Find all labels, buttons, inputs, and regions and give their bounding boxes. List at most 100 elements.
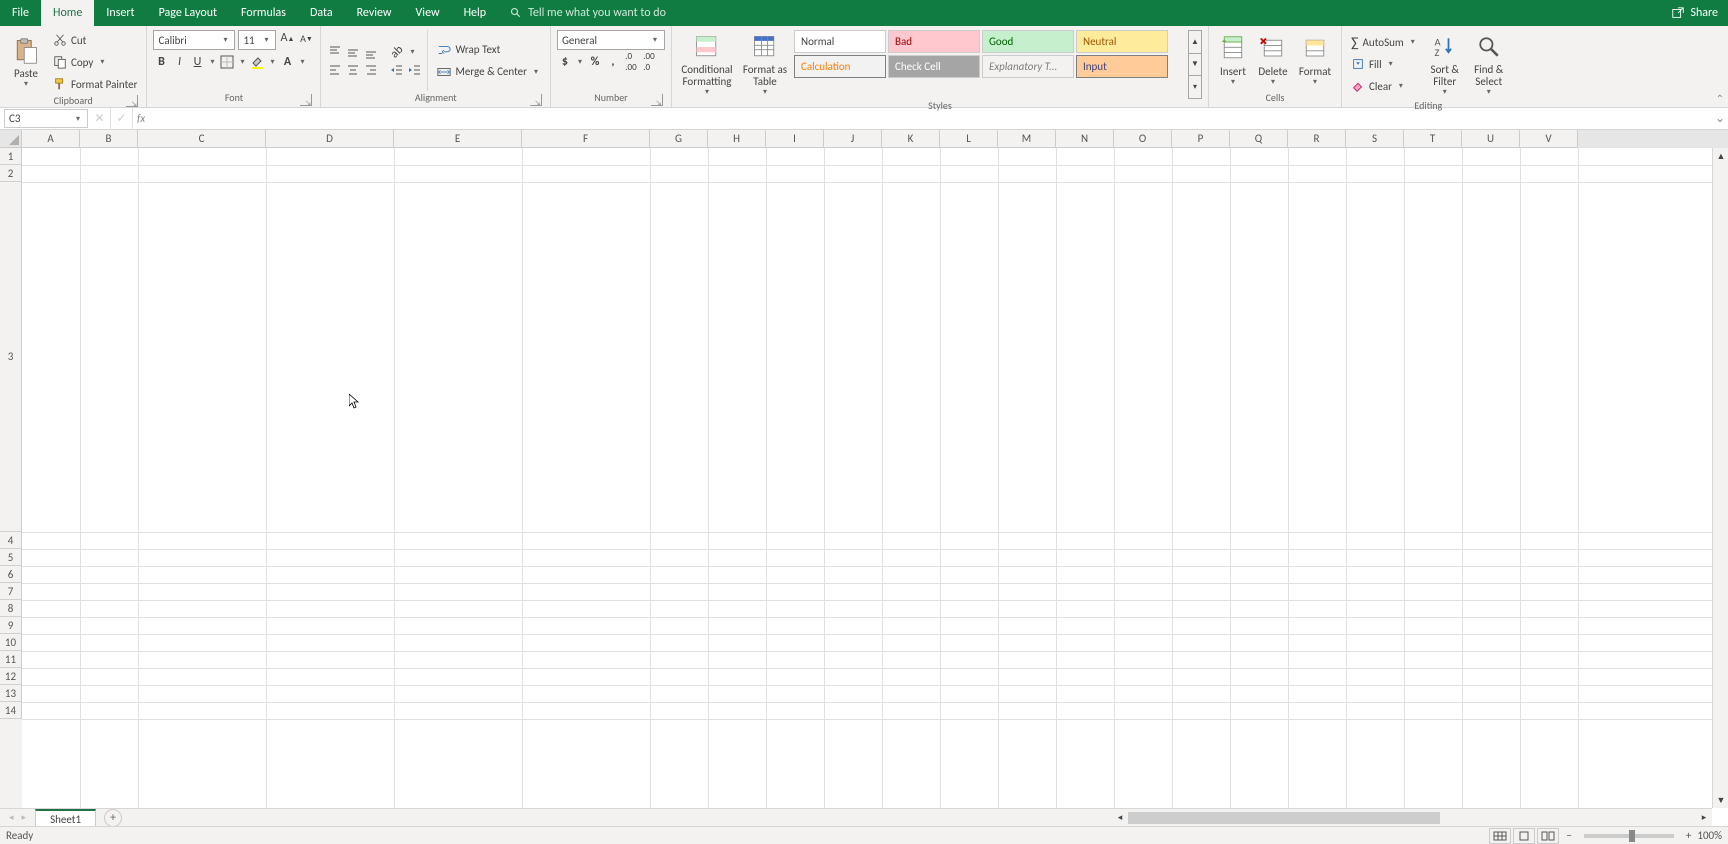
scroll-left-button[interactable]: ◂ — [1112, 810, 1128, 826]
increase-indent-button[interactable] — [407, 62, 423, 78]
autosum-dropdown[interactable] — [1408, 37, 1418, 47]
wrap-text-button[interactable]: Wrap Text — [434, 40, 544, 60]
column-header-L[interactable]: L — [940, 130, 998, 148]
zoom-slider-thumb[interactable] — [1629, 830, 1635, 842]
align-left-button[interactable] — [327, 62, 343, 78]
normal-view-button[interactable] — [1489, 828, 1511, 844]
zoom-level[interactable]: 100% — [1697, 829, 1722, 842]
row-header-8[interactable]: 8 — [0, 600, 22, 617]
select-all-corner[interactable] — [0, 130, 22, 148]
font-color-button[interactable]: A — [279, 54, 295, 70]
style-explanatory[interactable]: Explanatory T... — [982, 55, 1074, 78]
vertical-scrollbar[interactable]: ▲ ▼ — [1712, 148, 1728, 808]
row-header-12[interactable]: 12 — [0, 668, 22, 685]
column-header-Q[interactable]: Q — [1230, 130, 1288, 148]
increase-decimal-button[interactable]: .0.00 — [623, 54, 639, 70]
cancel-formula-button[interactable]: ✕ — [89, 108, 111, 129]
row-header-13[interactable]: 13 — [0, 685, 22, 702]
font-name-combo[interactable]: Calibri — [153, 30, 235, 50]
column-header-C[interactable]: C — [138, 130, 266, 148]
column-header-T[interactable]: T — [1404, 130, 1462, 148]
style-bad[interactable]: Bad — [888, 30, 980, 53]
styles-scroll-down[interactable]: ▼ — [1189, 54, 1201, 77]
style-neutral[interactable]: Neutral — [1076, 30, 1168, 53]
fill-color-button[interactable] — [249, 54, 265, 70]
style-good[interactable]: Good — [982, 30, 1074, 53]
tab-file[interactable]: File — [0, 0, 41, 26]
number-dialog-launcher[interactable] — [651, 94, 663, 106]
style-calculation[interactable]: Calculation — [794, 55, 886, 78]
sort-filter-button[interactable]: AZ Sort & Filter — [1425, 30, 1465, 99]
fill-dropdown[interactable] — [1386, 59, 1396, 69]
conditional-formatting-button[interactable]: Conditional Formatting — [678, 30, 736, 99]
row-header-5[interactable]: 5 — [0, 549, 22, 566]
row-header-6[interactable]: 6 — [0, 566, 22, 583]
italic-button[interactable]: I — [171, 54, 187, 70]
row-header-9[interactable]: 9 — [0, 617, 22, 634]
decrease-indent-button[interactable] — [389, 62, 405, 78]
row-header-4[interactable]: 4 — [0, 532, 22, 549]
bold-button[interactable]: B — [153, 54, 169, 70]
enter-formula-button[interactable]: ✓ — [111, 108, 133, 129]
hscroll-thumb[interactable] — [1128, 812, 1440, 824]
row-header-2[interactable]: 2 — [0, 165, 22, 182]
column-header-S[interactable]: S — [1346, 130, 1404, 148]
tab-help[interactable]: Help — [452, 0, 499, 26]
column-header-N[interactable]: N — [1056, 130, 1114, 148]
sheet-nav-first[interactable]: ◂ — [6, 810, 17, 825]
font-color-dropdown[interactable] — [297, 57, 307, 67]
row-header-10[interactable]: 10 — [0, 634, 22, 651]
sheet-nav-prev[interactable]: ▸ — [19, 810, 30, 825]
tab-view[interactable]: View — [404, 0, 452, 26]
clear-dropdown[interactable] — [1396, 81, 1406, 91]
name-box[interactable]: C3 — [4, 109, 88, 128]
align-right-button[interactable] — [363, 62, 379, 78]
column-header-U[interactable]: U — [1462, 130, 1520, 148]
copy-button[interactable]: Copy — [50, 52, 140, 72]
column-header-H[interactable]: H — [708, 130, 766, 148]
new-sheet-button[interactable]: + — [104, 809, 122, 827]
column-header-O[interactable]: O — [1114, 130, 1172, 148]
column-header-M[interactable]: M — [998, 130, 1056, 148]
column-header-D[interactable]: D — [266, 130, 394, 148]
column-header-I[interactable]: I — [766, 130, 824, 148]
orientation-button[interactable]: ab — [389, 44, 405, 60]
sheet-tab-1[interactable]: Sheet1 — [35, 809, 96, 826]
expand-formula-bar[interactable]: ⌄ — [1712, 108, 1728, 129]
orientation-dropdown[interactable] — [407, 44, 417, 60]
underline-button[interactable]: U — [189, 54, 205, 70]
borders-button[interactable] — [219, 54, 235, 70]
share-button[interactable]: Share — [1671, 0, 1728, 26]
merge-dropdown[interactable] — [531, 67, 541, 77]
horizontal-scrollbar[interactable]: ◂ ▸ — [1112, 809, 1712, 826]
align-bottom-button[interactable] — [363, 44, 379, 60]
styles-scroll-up[interactable]: ▲ — [1189, 31, 1201, 54]
page-layout-view-button[interactable] — [1513, 828, 1535, 844]
scroll-right-button[interactable]: ▸ — [1696, 810, 1712, 826]
align-top-button[interactable] — [327, 44, 343, 60]
underline-dropdown[interactable] — [207, 57, 217, 67]
borders-dropdown[interactable] — [237, 57, 247, 67]
row-header-11[interactable]: 11 — [0, 651, 22, 668]
paste-dropdown[interactable] — [21, 80, 31, 89]
scroll-up-button[interactable]: ▲ — [1713, 148, 1728, 164]
align-middle-button[interactable] — [345, 44, 361, 60]
format-painter-button[interactable]: Format Painter — [50, 74, 140, 94]
cells-area[interactable] — [22, 148, 1728, 808]
column-header-E[interactable]: E — [394, 130, 522, 148]
fill-color-dropdown[interactable] — [267, 57, 277, 67]
style-input[interactable]: Input — [1076, 55, 1168, 78]
decrease-decimal-button[interactable]: .00.0 — [641, 54, 657, 70]
align-center-button[interactable] — [345, 62, 361, 78]
alignment-dialog-launcher[interactable] — [530, 94, 542, 106]
delete-cells-button[interactable]: Delete — [1255, 30, 1291, 91]
style-check-cell[interactable]: Check Cell — [888, 55, 980, 78]
tab-review[interactable]: Review — [345, 0, 404, 26]
tab-formulas[interactable]: Formulas — [229, 0, 298, 26]
zoom-slider[interactable] — [1584, 834, 1674, 838]
clear-button[interactable]: Clear — [1348, 76, 1421, 96]
zoom-in-button[interactable]: + — [1686, 829, 1691, 842]
decrease-font-button[interactable]: A▼ — [298, 30, 314, 46]
comma-format-button[interactable]: , — [605, 54, 621, 70]
column-header-A[interactable]: A — [22, 130, 80, 148]
